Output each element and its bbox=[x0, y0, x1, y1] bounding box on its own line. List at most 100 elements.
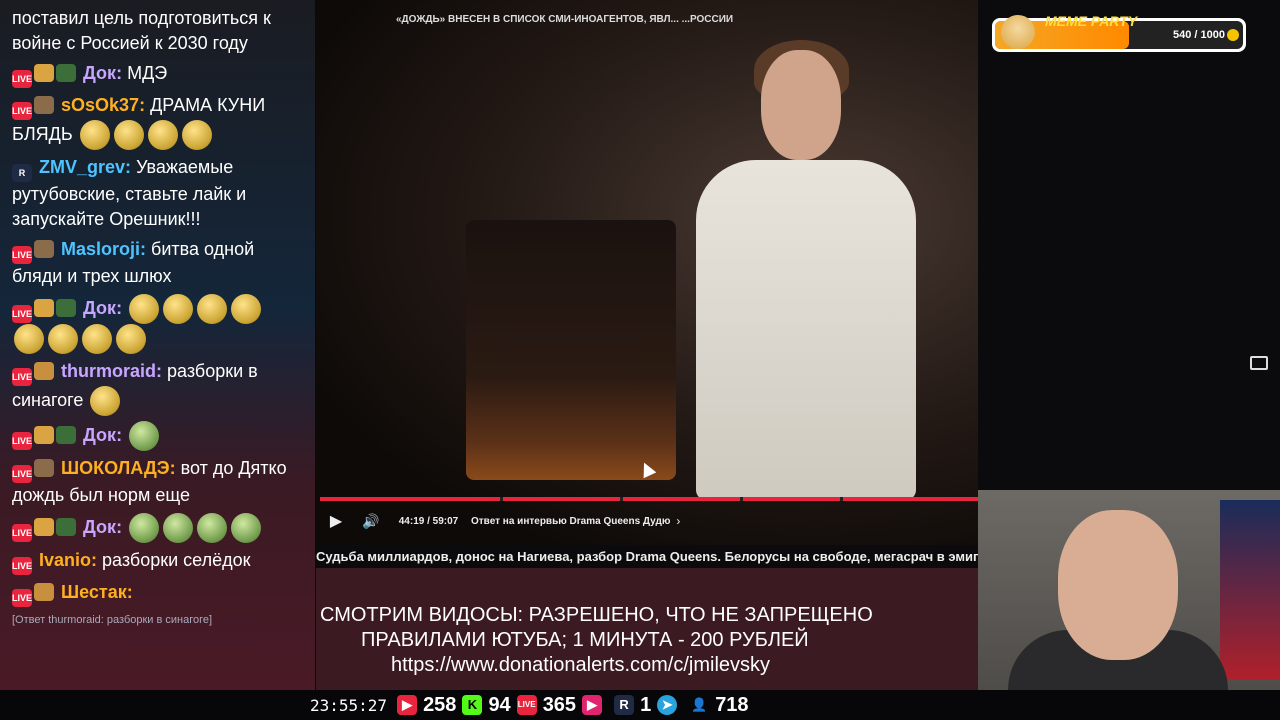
donation-link[interactable]: https://www.donationalerts.com/c/jmilevs… bbox=[391, 654, 770, 677]
live-badge-icon: LIVE bbox=[12, 368, 32, 386]
beer-badge-icon bbox=[34, 517, 54, 536]
fireplace-image bbox=[466, 220, 676, 480]
rutube-count: 1 bbox=[640, 693, 652, 716]
live-badge-icon: LIVE bbox=[12, 102, 32, 120]
meme-party-counter: 540 / 1000 bbox=[1173, 29, 1225, 41]
tank-badge-icon bbox=[56, 64, 76, 82]
pepe-emote-icon bbox=[163, 513, 194, 543]
avatar-badge-icon bbox=[34, 96, 54, 114]
chat-username[interactable]: Док: bbox=[83, 425, 122, 445]
chat-username[interactable]: ZMV_grev: bbox=[39, 157, 131, 177]
coin-icon bbox=[1227, 29, 1239, 41]
chapter-marker bbox=[620, 497, 623, 501]
kick-icon: K bbox=[462, 695, 483, 715]
vk-live-icon: LIVE bbox=[516, 695, 537, 715]
flag-image bbox=[1220, 500, 1280, 680]
streamer-face bbox=[1058, 510, 1178, 660]
chat-username[interactable]: sOsOk37: bbox=[61, 95, 145, 115]
chat-panel: поставил цель подготовиться к войне с Ро… bbox=[0, 0, 315, 690]
chevron-right-icon[interactable]: › bbox=[676, 514, 680, 528]
smiley-emote-icon bbox=[129, 294, 160, 324]
volume-icon[interactable]: 🔊 bbox=[356, 513, 386, 530]
doge-icon bbox=[1001, 15, 1035, 49]
info-line-2: ПРАВИЛАМИ ЮТУБА; 1 МИНУТА - 200 РУБЛЕЙ bbox=[361, 629, 809, 651]
play-icon[interactable]: ▶ bbox=[316, 511, 356, 531]
youtube-icon: ▶ bbox=[397, 695, 418, 715]
video-progress-bar[interactable] bbox=[320, 497, 978, 501]
meme-party-label: MEME PARTY bbox=[1045, 13, 1138, 29]
tank-badge-icon bbox=[56, 298, 76, 317]
pepe-emote-icon bbox=[129, 421, 160, 451]
smiley-emote-icon bbox=[79, 120, 110, 150]
presenter-head bbox=[761, 50, 841, 160]
chat-username[interactable]: Шестак: bbox=[61, 582, 133, 602]
info-panel: СМОТРИМ ВИДОСЫ: РАЗРЕШЕНО, ЧТО НЕ ЗАПРЕЩ… bbox=[316, 568, 978, 690]
chat-username[interactable]: Masloroji: bbox=[61, 239, 146, 259]
chat-fragment: поставил цель подготовиться к войне с Ро… bbox=[0, 0, 315, 59]
pepe-emote-icon bbox=[231, 513, 262, 543]
video-controls: ▶ 🔊 44:19 / 59:07 Ответ на интервью Dram… bbox=[316, 505, 978, 537]
presenter-torso bbox=[696, 160, 916, 500]
chat-message: LIVE Док: bbox=[0, 292, 315, 357]
chat-username[interactable]: Док: bbox=[83, 517, 122, 537]
chat-message: LIVE ШОКОЛАДЭ: вот до Дятко дождь был но… bbox=[0, 454, 315, 511]
pepe-emote-icon bbox=[129, 513, 160, 543]
pepe-emote-icon bbox=[197, 513, 228, 543]
chapter-marker bbox=[500, 497, 503, 501]
smiley-emote-icon bbox=[163, 294, 194, 324]
reply-hint: [Ответ thurmoraid: разборки в синагоге] bbox=[12, 614, 213, 626]
youtube-count: 258 bbox=[423, 693, 457, 716]
tank-badge-icon bbox=[56, 425, 76, 444]
chat-message: LIVE sOsOk37: ДРАМА КУНИ БЛЯДЬ bbox=[0, 91, 315, 153]
chat-text: разборки селёдок bbox=[102, 550, 251, 570]
smiley-emote-icon bbox=[147, 120, 178, 150]
viewers-count: 718 bbox=[715, 693, 749, 716]
video-title[interactable]: Судьба миллиардов, донос на Нагиева, раз… bbox=[316, 549, 978, 564]
telegram-icon: ➤ bbox=[657, 695, 678, 715]
rutube-badge-icon: R bbox=[12, 164, 32, 182]
smiley-emote-icon bbox=[82, 324, 112, 354]
chat-message: R ZMV_grev: Уважаемые рутубовские, ставь… bbox=[0, 153, 315, 235]
chapter-title[interactable]: Ответ на интервью Drama Queens Дудю bbox=[471, 516, 670, 527]
beer-badge-icon bbox=[34, 425, 54, 444]
viewers-icon: 👤 bbox=[691, 697, 708, 712]
chat-username[interactable]: Док: bbox=[83, 63, 122, 83]
trovo-icon: ▶ bbox=[582, 695, 603, 715]
chat-username[interactable]: Ivanio: bbox=[39, 550, 97, 570]
rutube-icon: R bbox=[614, 695, 635, 715]
chapter-marker bbox=[740, 497, 743, 501]
chat-text: МДЭ bbox=[127, 63, 168, 83]
video-time: 44:19 / 59:07 bbox=[398, 515, 459, 527]
emote-icon bbox=[90, 386, 121, 416]
news-ticker: «ДОЖДЬ» ВНЕСЕН В СПИСОК СМИ-ИНОАГЕНТОВ, … bbox=[396, 14, 734, 25]
smiley-emote-icon bbox=[113, 120, 144, 150]
avatar-badge-icon bbox=[34, 240, 54, 258]
meme-party-widget: MEME PARTY 540 / 1000 bbox=[992, 13, 1246, 52]
smiley-emote-icon bbox=[197, 294, 228, 324]
kick-count: 94 bbox=[488, 693, 511, 716]
smiley-emote-icon bbox=[116, 324, 146, 354]
chat-message: LIVE Док: bbox=[0, 419, 315, 454]
smiley-emote-icon bbox=[14, 324, 44, 354]
sub-badge-icon bbox=[34, 362, 54, 380]
chat-message: LIVE Masloroji: битва одной бляди и трех… bbox=[0, 235, 315, 292]
beer-badge-icon bbox=[34, 64, 54, 82]
live-badge-icon: LIVE bbox=[12, 557, 32, 575]
presenter-image bbox=[676, 40, 936, 500]
live-badge-icon: LIVE bbox=[12, 246, 32, 264]
clock: 23:55:27 bbox=[310, 695, 388, 715]
stats-bar: 23:55:27 ▶ 258 K 94 LIVE 365 ▶ R 1 ➤ 👤 7… bbox=[310, 690, 749, 720]
info-line-1: СМОТРИМ ВИДОСЫ: РАЗРЕШЕНО, ЧТО НЕ ЗАПРЕЩ… bbox=[320, 604, 873, 626]
chat-username[interactable]: thurmoraid: bbox=[61, 361, 162, 381]
smiley-emote-icon bbox=[231, 294, 262, 324]
smiley-emote-icon bbox=[181, 120, 212, 150]
webcam-view bbox=[978, 490, 1280, 720]
live-badge-icon: LIVE bbox=[12, 70, 32, 88]
chat-message: LIVE Док: МДЭ bbox=[0, 59, 315, 91]
chat-username[interactable]: Док: bbox=[83, 298, 122, 318]
live-badge-icon: LIVE bbox=[12, 523, 32, 542]
pip-icon[interactable] bbox=[1250, 356, 1268, 370]
cookie-badge-icon bbox=[34, 583, 54, 601]
chat-username[interactable]: ШОКОЛАДЭ: bbox=[61, 458, 176, 478]
live-badge-icon: LIVE bbox=[12, 431, 32, 450]
